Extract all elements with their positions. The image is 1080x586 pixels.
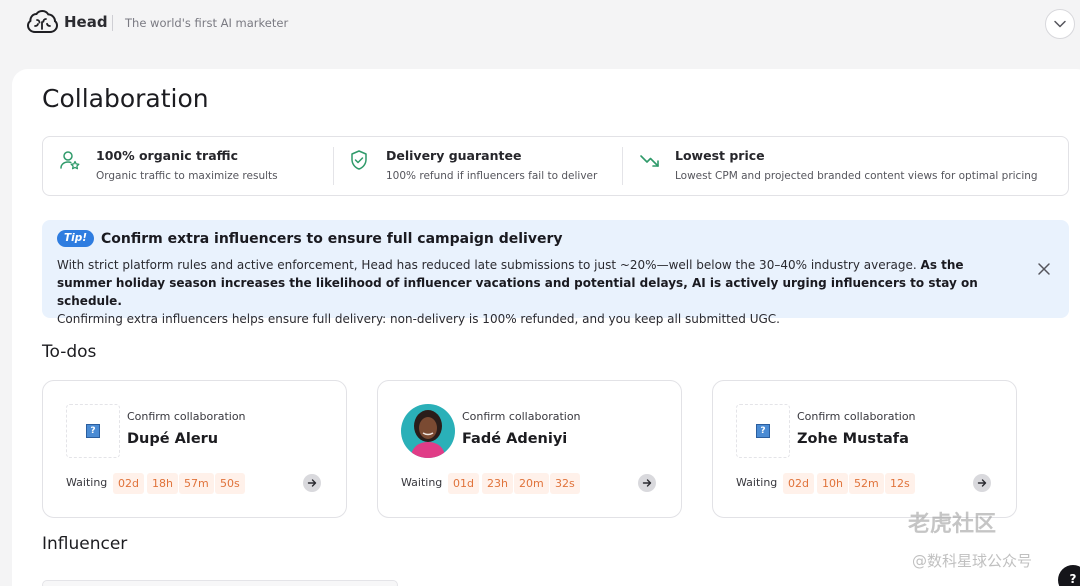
brand-name[interactable]: Head [64,13,108,31]
influencer-name: Zohe Mustafa [797,431,909,447]
timer-minutes: 52m [849,473,884,494]
waiting-label: Waiting [66,476,108,489]
feature-organic-traffic: 100% organic traffic Organic traffic to … [43,137,333,195]
influencer-name: Dupé Aleru [127,431,219,447]
feature-desc: Organic traffic to maximize results [96,170,278,182]
tip-badge: Tip! [57,230,95,247]
timer-seconds: 32s [550,473,580,494]
watermark-text: @数科星球公众号 [912,552,1033,570]
influencer-tabs[interactable] [42,580,398,586]
todo-card[interactable]: Confirm collaboration Fadé Adeniyi Waiti… [377,380,682,518]
features-strip: 100% organic traffic Organic traffic to … [42,136,1069,196]
arrow-right-icon [307,479,317,487]
todo-action: Confirm collaboration [462,410,581,423]
header-divider [112,15,113,31]
timer-days: 02d [783,473,814,494]
feature-title: Lowest price [675,148,765,163]
feature-title: Delivery guarantee [386,148,522,163]
influencer-section-title: Influencer [42,534,128,554]
open-todo-button[interactable] [638,474,656,492]
timer-hours: 10h [817,473,848,494]
open-todo-button[interactable] [973,474,991,492]
timer-seconds: 50s [215,473,245,494]
watermark-text: 老虎社区 [908,512,997,537]
tip-body: With strict platform rules and active en… [57,256,1017,328]
collapse-button[interactable] [1045,9,1075,39]
tip-title: Confirm extra influencers to ensure full… [101,231,563,247]
timer-seconds: 12s [885,473,915,494]
timer-minutes: 20m [514,473,549,494]
tip-body-text: With strict platform rules and active en… [57,258,921,272]
timer-days: 01d [448,473,479,494]
waiting-label: Waiting [736,476,778,489]
timer-hours: 23h [482,473,513,494]
todo-action: Confirm collaboration [127,410,246,423]
tip-banner: Tip! Confirm extra influencers to ensure… [42,220,1069,326]
page-title: Collaboration [42,84,209,113]
close-icon[interactable] [1037,262,1051,276]
todos-section-title: To-dos [42,342,97,362]
open-todo-button[interactable] [303,474,321,492]
todo-action: Confirm collaboration [797,410,916,423]
feature-desc: 100% refund if influencers fail to deliv… [386,170,598,182]
timer-days: 02d [113,473,144,494]
arrow-right-icon [977,479,987,487]
feature-title: 100% organic traffic [96,148,238,163]
avatar: ? [66,404,120,458]
arrow-right-icon [642,479,652,487]
avatar [401,404,455,458]
avatar: ? [736,404,790,458]
broken-image-icon: ? [756,424,770,438]
feature-lowest-price: Lowest price Lowest CPM and projected br… [623,137,1068,195]
todo-card[interactable]: ? Confirm collaboration Zohe Mustafa Wai… [712,380,1017,518]
feature-delivery-guarantee: Delivery guarantee 100% refund if influe… [334,137,623,195]
timer-minutes: 57m [179,473,214,494]
broken-image-icon: ? [86,424,100,438]
timer-hours: 18h [147,473,178,494]
waiting-label: Waiting [401,476,443,489]
influencer-name: Fadé Adeniyi [462,431,568,447]
brand-tagline: The world's first AI marketer [125,16,289,30]
brain-logo-icon [26,10,58,33]
chevron-down-icon [1054,20,1066,28]
shield-check-icon [351,150,367,170]
todo-card[interactable]: ? Confirm collaboration Dupé Aleru Waiti… [42,380,347,518]
feature-desc: Lowest CPM and projected branded content… [675,170,1038,182]
user-star-icon [60,151,80,170]
influencer-photo [401,404,455,458]
tip-body-text: Confirming extra influencers helps ensur… [57,312,780,326]
top-bar: Head The world's first AI marketer [0,0,1080,52]
trend-down-icon [640,155,659,167]
